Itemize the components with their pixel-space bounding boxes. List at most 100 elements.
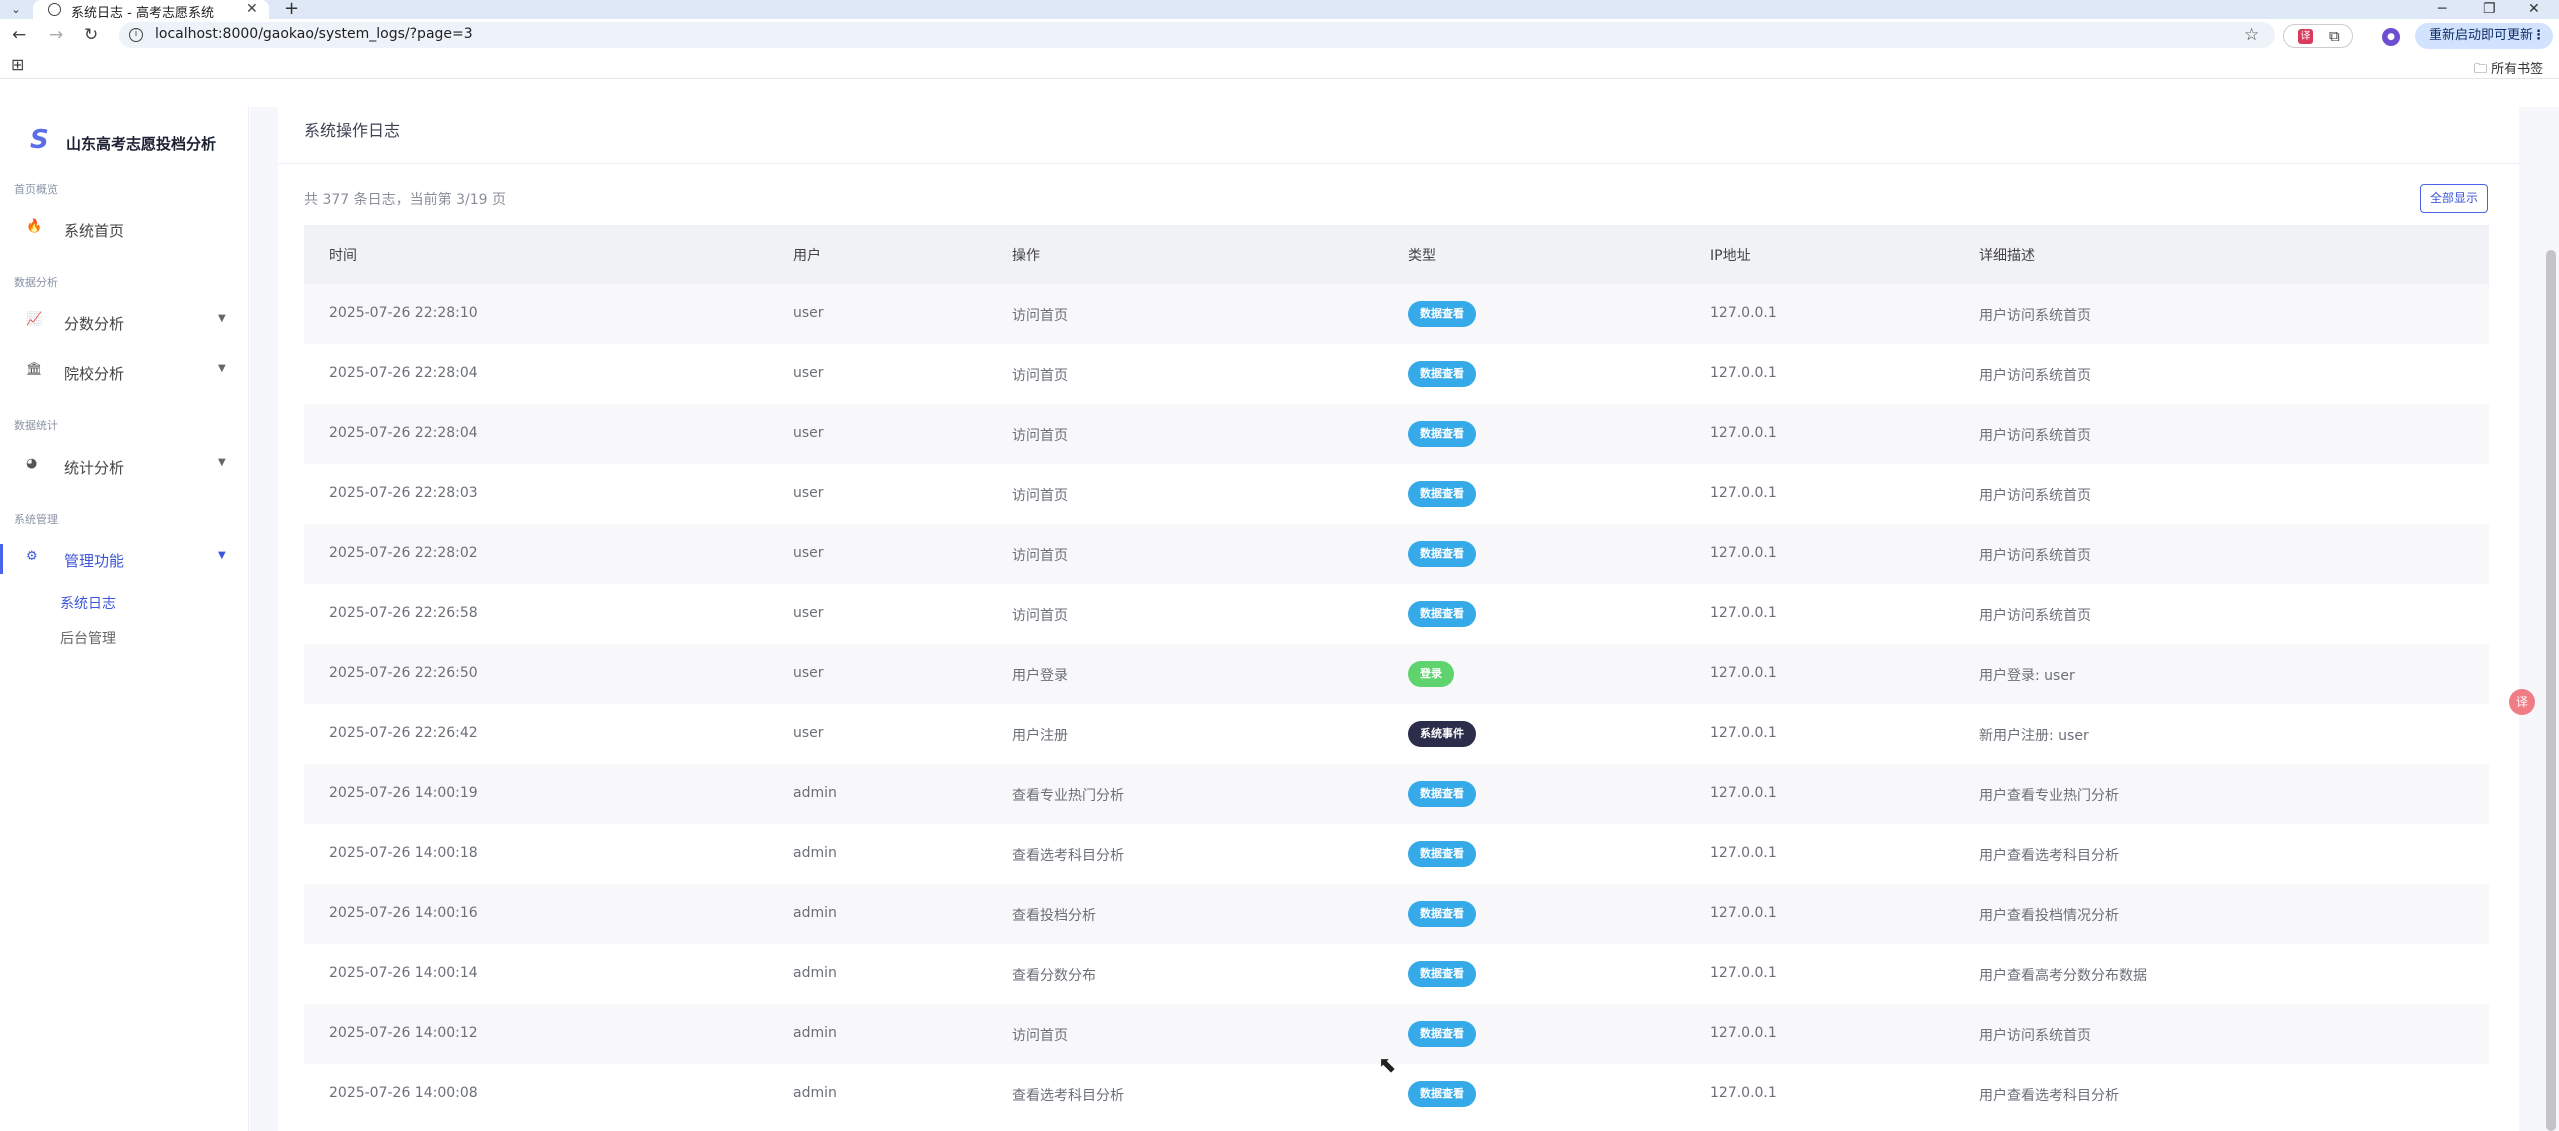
url-text[interactable]: localhost:8000/gaokao/system_logs/?page=… bbox=[155, 26, 473, 42]
cell-time: 2025-07-26 22:28:10 bbox=[329, 305, 478, 321]
table-row: 2025-07-26 22:26:58 user 访问首页 127.0.0.1 用户访问… bbox=[304, 584, 2489, 644]
cell-description: 用户查看专业热门分析 bbox=[1979, 788, 2119, 804]
cell-ip: 127.0.0.1 bbox=[1710, 1085, 1777, 1101]
sidebar-item-score-analysis[interactable]: 📈 分数分析 ▼ bbox=[0, 307, 249, 337]
sidebar-item-label: 管理功能 bbox=[64, 552, 125, 570]
sidebar-item-label: 分数分析 bbox=[64, 315, 125, 333]
submenu-item-admin[interactable]: 后台管理 bbox=[60, 628, 116, 648]
section-title: 数据统计 bbox=[14, 419, 58, 432]
column-header-ip: IP地址 bbox=[1710, 248, 1751, 264]
tab-search-icon[interactable]: ⌄ bbox=[8, 2, 24, 18]
minimize-icon[interactable]: ─ bbox=[2438, 0, 2446, 18]
table-row: 2025-07-26 14:00:12 admin 访问首页 127.0.0.1 用户访… bbox=[304, 1004, 2489, 1064]
sidebar: S 山东高考志愿投档分析 首页概览 🔥 系统首页 数据分析 📈 分数分析 ▼ 🏛… bbox=[0, 107, 249, 1131]
cell-user: admin bbox=[793, 1085, 837, 1101]
cell-user: admin bbox=[793, 785, 837, 801]
sidebar-item-management[interactable]: ⚙ 管理功能 ▼ bbox=[0, 544, 249, 574]
cell-time: 2025-07-26 22:28:03 bbox=[329, 485, 478, 501]
cell-description: 用户访问系统首页 bbox=[1979, 488, 2091, 504]
type-badge: 数据查看 bbox=[1408, 361, 1476, 387]
extension-icon[interactable]: 译 bbox=[2298, 29, 2313, 44]
close-tab-icon[interactable]: ✕ bbox=[246, 0, 258, 19]
bookmarks-bar: ⊞ 🗀 所有书签 bbox=[0, 52, 2559, 79]
sidebar-item-statistics[interactable]: ◕ 统计分析 ▼ bbox=[0, 451, 249, 481]
caret-down-icon: ▼ bbox=[218, 457, 226, 468]
update-button-label: 重新启动即可更新 bbox=[2429, 28, 2534, 43]
sidebar-item-label: 系统首页 bbox=[64, 222, 125, 240]
more-menu-icon[interactable]: ⋮ bbox=[2532, 23, 2545, 49]
cell-user: admin bbox=[793, 965, 837, 981]
table-row: 2025-07-26 22:28:03 user 访问首页 127.0.0.1 用户访问… bbox=[304, 464, 2489, 524]
type-badge: 数据查看 bbox=[1408, 841, 1476, 867]
table-row: 2025-07-26 22:28:02 user 访问首页 127.0.0.1 用户访问… bbox=[304, 524, 2489, 584]
cell-operation: 查看投档分析 bbox=[1012, 908, 1096, 924]
cell-description: 用户访问系统首页 bbox=[1979, 428, 2091, 444]
apps-grid-icon[interactable]: ⊞ bbox=[11, 56, 24, 74]
fire-icon: 🔥 bbox=[26, 219, 43, 234]
type-badge: 数据查看 bbox=[1408, 1081, 1476, 1107]
caret-down-icon: ▼ bbox=[218, 550, 226, 561]
cell-operation: 访问首页 bbox=[1012, 308, 1068, 324]
sidebar-item-home[interactable]: 🔥 系统首页 bbox=[0, 214, 249, 244]
address-bar[interactable]: i localhost:8000/gaokao/system_logs/?pag… bbox=[119, 22, 2275, 48]
cell-user: user bbox=[793, 485, 824, 501]
cell-description: 新用户注册: user bbox=[1979, 728, 2089, 744]
browser-tab[interactable]: 系统日志 - 高考志愿系统 ✕ bbox=[33, 0, 269, 21]
cell-ip: 127.0.0.1 bbox=[1710, 725, 1777, 741]
table-row: 2025-07-26 22:28:10 user 访问首页 127.0.0.1 用户访问… bbox=[304, 284, 2489, 344]
cell-ip: 127.0.0.1 bbox=[1710, 365, 1777, 381]
all-bookmarks-folder[interactable]: 🗀 所有书签 bbox=[2474, 58, 2543, 82]
table-row: 2025-07-26 22:26:42 user 用户注册 127.0.0.1 新用户注… bbox=[304, 704, 2489, 764]
cell-operation: 访问首页 bbox=[1012, 1028, 1068, 1044]
cell-operation: 访问首页 bbox=[1012, 488, 1068, 504]
cell-ip: 127.0.0.1 bbox=[1710, 545, 1777, 561]
window-close-icon[interactable]: ✕ bbox=[2528, 0, 2540, 18]
reload-icon[interactable]: ↻ bbox=[84, 24, 98, 46]
cell-ip: 127.0.0.1 bbox=[1710, 425, 1777, 441]
update-button[interactable]: 重新启动即可更新 ⋮ bbox=[2415, 23, 2553, 49]
table-row: 2025-07-26 14:00:08 admin 查看选考科目分析 127.0.0.… bbox=[304, 1064, 2489, 1124]
profile-avatar[interactable]: ● bbox=[2382, 28, 2400, 46]
sidebar-item-college-analysis[interactable]: 🏛 院校分析 ▼ bbox=[0, 357, 249, 387]
logs-table: 时间 用户 操作 类型 IP地址 详细描述 2025-07-26 22:28:1… bbox=[304, 225, 2489, 1124]
cell-operation: 查看选考科目分析 bbox=[1012, 1088, 1124, 1104]
column-header-time: 时间 bbox=[329, 248, 357, 264]
puzzle-icon[interactable]: ⧉ bbox=[2329, 27, 2340, 45]
page-title: 系统操作日志 bbox=[304, 121, 401, 140]
cell-ip: 127.0.0.1 bbox=[1710, 485, 1777, 501]
new-tab-icon[interactable]: + bbox=[284, 0, 299, 19]
cell-description: 用户查看选考科目分析 bbox=[1979, 1088, 2119, 1104]
cell-ip: 127.0.0.1 bbox=[1710, 905, 1777, 921]
forward-icon[interactable]: → bbox=[49, 24, 63, 46]
translate-float-icon[interactable]: 译 bbox=[2509, 689, 2535, 715]
submenu-item-system-logs[interactable]: 系统日志 bbox=[60, 593, 116, 613]
site-info-icon[interactable]: i bbox=[129, 28, 143, 42]
back-icon[interactable]: ← bbox=[12, 24, 26, 46]
cell-operation: 查看专业热门分析 bbox=[1012, 788, 1124, 804]
cell-time: 2025-07-26 22:28:02 bbox=[329, 545, 478, 561]
cell-time: 2025-07-26 22:26:50 bbox=[329, 665, 478, 681]
cell-time: 2025-07-26 14:00:12 bbox=[329, 1025, 478, 1041]
show-all-button[interactable]: 全部显示 bbox=[2420, 184, 2488, 213]
cell-operation: 用户注册 bbox=[1012, 728, 1068, 744]
type-badge: 登录 bbox=[1408, 661, 1454, 687]
main-content: 系统操作日志 共 377 条日志，当前第 3/19 页 全部显示 时间 用户 操… bbox=[250, 107, 2559, 1131]
cell-ip: 127.0.0.1 bbox=[1710, 605, 1777, 621]
cell-user: admin bbox=[793, 905, 837, 921]
cell-time: 2025-07-26 14:00:16 bbox=[329, 905, 478, 921]
bookmark-star-icon[interactable]: ☆ bbox=[2244, 25, 2259, 45]
table-row: 2025-07-26 22:28:04 user 访问首页 127.0.0.1 用户访问… bbox=[304, 344, 2489, 404]
type-badge: 数据查看 bbox=[1408, 541, 1476, 567]
cell-time: 2025-07-26 14:00:19 bbox=[329, 785, 478, 801]
type-badge: 数据查看 bbox=[1408, 601, 1476, 627]
page-scrollbar[interactable] bbox=[2546, 250, 2556, 1131]
restore-icon[interactable]: ❐ bbox=[2483, 0, 2496, 18]
type-badge: 数据查看 bbox=[1408, 481, 1476, 507]
cell-description: 用户访问系统首页 bbox=[1979, 308, 2091, 324]
cell-user: user bbox=[793, 665, 824, 681]
type-badge: 数据查看 bbox=[1408, 901, 1476, 927]
cell-user: user bbox=[793, 605, 824, 621]
cell-ip: 127.0.0.1 bbox=[1710, 785, 1777, 801]
active-indicator bbox=[0, 544, 3, 574]
cell-user: admin bbox=[793, 1025, 837, 1041]
